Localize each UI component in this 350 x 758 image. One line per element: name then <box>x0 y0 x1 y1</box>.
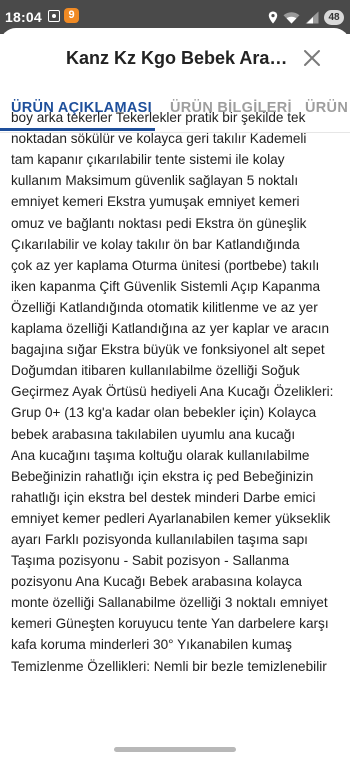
signal-icon <box>305 11 319 23</box>
wifi-icon <box>283 11 300 23</box>
description-text: Ekstra büyük ve fonksiyonel alt sepet Ka… <box>11 110 334 674</box>
home-indicator[interactable] <box>114 747 236 752</box>
battery-indicator: 48 <box>324 9 344 25</box>
screen: 18:04 9 48 Kanz Kz Kgo Bebek Arabası ÜRÜ… <box>0 0 350 758</box>
status-time: 18:04 <box>5 9 42 25</box>
status-indicators: 48 <box>268 8 344 26</box>
description-content[interactable]: Ekstra büyük ve fonksiyonel alt sepet Ka… <box>11 104 341 724</box>
app-notification-icon: 9 <box>64 8 79 23</box>
location-icon <box>268 11 278 23</box>
screenshot-icon <box>48 10 60 22</box>
close-button[interactable] <box>298 44 326 72</box>
sheet-title: Kanz Kz Kgo Bebek Arabası <box>66 48 288 68</box>
sheet-header: Kanz Kz Kgo Bebek Arabası <box>0 28 350 90</box>
close-icon <box>304 50 320 66</box>
